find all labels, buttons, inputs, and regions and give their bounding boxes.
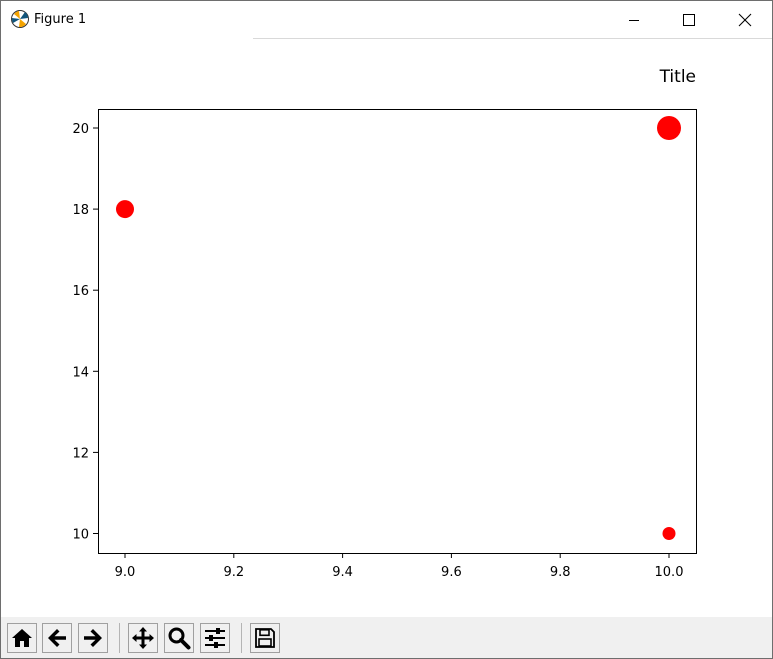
minimize-icon: [629, 19, 639, 21]
save-button[interactable]: [250, 623, 280, 653]
maximize-button[interactable]: [666, 1, 712, 38]
save-icon: [255, 628, 275, 648]
configure-icon: [205, 628, 225, 648]
configure-subplots-button[interactable]: [200, 623, 230, 653]
y-tick-label: 12: [72, 446, 89, 461]
maximize-icon: [683, 13, 695, 26]
back-arrow-icon: [48, 629, 66, 647]
y-tick-label: 10: [72, 528, 89, 543]
scatter-chart[interactable]: Title 9.0 9.2 9.4 9.6 9.8 10.0 10 12 14 16 18 20: [1, 39, 772, 617]
scatter-point[interactable]: [662, 527, 676, 540]
toolbar-separator: [241, 623, 242, 653]
back-button[interactable]: [42, 623, 72, 653]
title-bar[interactable]: Figure 1: [1, 1, 772, 39]
toolbar-separator: [119, 623, 120, 653]
forward-button[interactable]: [78, 623, 108, 653]
zoom-icon: [168, 627, 191, 650]
zoom-button[interactable]: [164, 623, 194, 653]
forward-arrow-icon: [84, 629, 102, 647]
navigation-toolbar: [1, 617, 772, 658]
x-tick-label: 9.4: [332, 565, 353, 580]
axes-frame: [98, 109, 697, 554]
window-title: Figure 1: [34, 12, 87, 27]
pan-button[interactable]: [128, 623, 158, 653]
x-tick-label: 9.0: [115, 565, 136, 580]
y-tick-label: 18: [72, 203, 89, 218]
close-button[interactable]: [722, 1, 768, 38]
x-tick-label: 9.2: [223, 565, 244, 580]
x-tick-label: 9.8: [550, 565, 571, 580]
chart-title: Title: [659, 67, 696, 87]
close-icon: [738, 13, 752, 26]
home-button[interactable]: [7, 623, 37, 653]
app-icon: [10, 9, 30, 29]
y-tick-label: 16: [72, 284, 89, 299]
home-icon: [12, 629, 32, 647]
pan-icon: [132, 627, 154, 649]
scatter-point[interactable]: [657, 116, 681, 140]
x-tick-label: 10.0: [655, 565, 684, 580]
scatter-point[interactable]: [116, 200, 134, 219]
figure-canvas[interactable]: Title 9.0 9.2 9.4 9.6 9.8 10.0 10 12 14 16 18 20: [1, 39, 772, 617]
y-tick-label: 20: [72, 122, 89, 137]
x-tick-label: 9.6: [441, 565, 462, 580]
y-tick-label: 14: [72, 365, 89, 380]
minimize-button[interactable]: [611, 1, 657, 38]
figure-window: Figure 1 Title 9.0 9.2 9.4 9.6 9.8 10.0 10 12 14 1…: [0, 0, 773, 659]
